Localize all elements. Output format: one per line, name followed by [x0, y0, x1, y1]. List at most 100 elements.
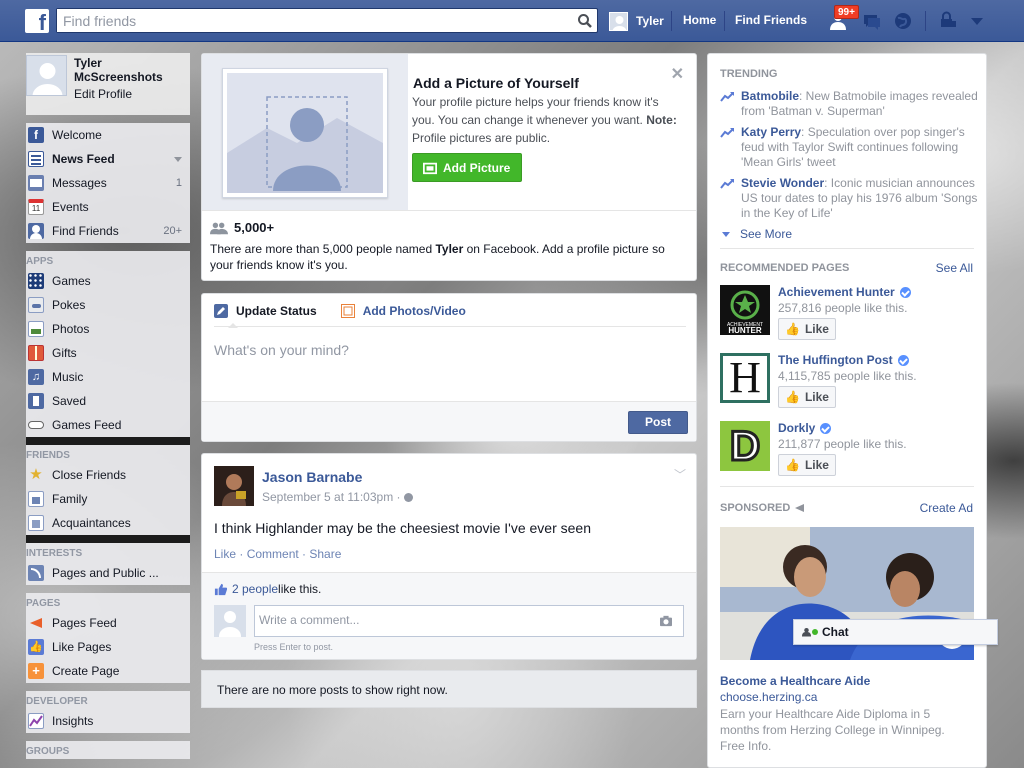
- nav-divider: [26, 585, 190, 593]
- add-picture-button[interactable]: Add Picture: [412, 153, 522, 182]
- nav-home-link[interactable]: Home: [683, 13, 716, 27]
- sidebar-item-acquaintances[interactable]: Acquaintances: [26, 511, 190, 535]
- profile-avatar[interactable]: [26, 55, 67, 96]
- add-picture-title: Add a Picture of Yourself: [413, 75, 579, 91]
- sidebar-item-games[interactable]: Games: [26, 269, 190, 293]
- messages-icon[interactable]: [861, 10, 883, 32]
- post-author-name[interactable]: Jason Barnabe: [262, 469, 362, 485]
- comment-input[interactable]: [255, 606, 645, 634]
- groups-header[interactable]: GROUPS: [26, 741, 190, 759]
- recommended-page: D Dorkly 211,877 people like this. 👍 Like: [720, 421, 980, 479]
- profile-name[interactable]: Tyler McScreenshots: [74, 56, 186, 84]
- post-button[interactable]: Post: [628, 411, 688, 434]
- chevron-down-icon[interactable]: [174, 156, 182, 162]
- close-icon[interactable]: ✕: [671, 64, 684, 84]
- likers-link[interactable]: 2 people: [232, 582, 278, 596]
- post-timestamp[interactable]: September 5 at 11:03pm ·: [262, 490, 413, 504]
- achievement-hunter-logo[interactable]: ACHIEVEMENT HUNTER: [720, 285, 770, 335]
- page-name[interactable]: The Huffington Post: [778, 353, 909, 367]
- thumbs-up-icon: 👍: [785, 322, 800, 336]
- page-name[interactable]: Achievement Hunter: [778, 285, 911, 299]
- add-picture-illustration: [202, 54, 408, 210]
- huffington-post-logo[interactable]: H: [720, 353, 770, 403]
- ad-url[interactable]: choose.herzing.ca: [720, 690, 817, 704]
- sidebar-item-music[interactable]: ♫ Music: [26, 365, 190, 389]
- sidebar-item-gifts[interactable]: Gifts: [26, 341, 190, 365]
- sidebar-item-pages-and-public[interactable]: Pages and Public ...: [26, 561, 190, 585]
- tab-update-status[interactable]: Update Status: [214, 304, 317, 318]
- developer-header[interactable]: DEVELOPER: [26, 691, 190, 709]
- share-link[interactable]: Share: [309, 547, 341, 561]
- trending-item[interactable]: Katy Perry: Speculation over pop singer'…: [720, 125, 980, 170]
- see-more-link[interactable]: See More: [722, 227, 792, 241]
- sidebar-item-games-feed[interactable]: Games Feed: [26, 413, 190, 437]
- friends-header[interactable]: FRIENDS: [26, 445, 190, 463]
- gift-icon: [28, 345, 44, 361]
- like-page-button[interactable]: 👍 Like: [778, 318, 836, 340]
- verified-badge-icon: [820, 422, 832, 434]
- nav-separator: [724, 11, 725, 31]
- nav-user-name: Tyler: [636, 14, 664, 28]
- nav-profile-link[interactable]: Tyler: [609, 11, 664, 31]
- page-likes: 211,877 people like this.: [778, 437, 907, 451]
- like-page-button[interactable]: 👍 Like: [778, 454, 836, 476]
- composer-tabs: Update Status Add Photos/Video: [214, 304, 490, 318]
- sidebar-item-messages[interactable]: Messages 1: [26, 171, 190, 195]
- messages-icon: [28, 175, 44, 191]
- globe-notifications-icon[interactable]: [892, 10, 914, 32]
- interests-header[interactable]: INTERESTS: [26, 543, 190, 561]
- page-name[interactable]: Dorkly: [778, 421, 832, 435]
- megaphone-icon: [795, 504, 805, 512]
- public-globe-icon: [403, 493, 413, 503]
- apps-header[interactable]: APPS: [26, 251, 190, 269]
- post-author-avatar[interactable]: [214, 466, 254, 506]
- like-page-button[interactable]: 👍 Like: [778, 386, 836, 408]
- status-input[interactable]: What's on your mind?: [214, 342, 349, 358]
- like-link[interactable]: Like: [214, 547, 236, 561]
- thumbs-up-icon: 👍: [785, 458, 800, 472]
- sidebar-item-create-page[interactable]: + Create Page: [26, 659, 190, 683]
- search-input[interactable]: [57, 9, 567, 32]
- trending-header: TRENDING: [720, 68, 778, 80]
- sidebar-item-close-friends[interactable]: ★ Close Friends: [26, 463, 190, 487]
- see-all-link[interactable]: See All: [936, 261, 973, 275]
- facebook-logo[interactable]: f: [25, 9, 49, 33]
- nav-divider: [26, 683, 190, 691]
- edit-profile-link[interactable]: Edit Profile: [74, 87, 132, 101]
- sidebar-item-family[interactable]: Family: [26, 487, 190, 511]
- trending-item[interactable]: Batmobile: New Batmobile images revealed…: [720, 89, 980, 119]
- sidebar-item-pokes[interactable]: Pokes: [26, 293, 190, 317]
- create-ad-link[interactable]: Create Ad: [920, 501, 973, 515]
- sidebar-item-photos[interactable]: Photos: [26, 317, 190, 341]
- dorkly-logo[interactable]: D: [720, 421, 770, 471]
- sidebar-item-insights[interactable]: Insights: [26, 709, 190, 733]
- settings-dropdown-icon[interactable]: [966, 10, 988, 32]
- sidebar-item-welcome[interactable]: f Welcome: [26, 123, 190, 147]
- pages-header[interactable]: PAGES: [26, 593, 190, 611]
- sidebar-item-saved[interactable]: Saved: [26, 389, 190, 413]
- post-options-chevron-icon[interactable]: ﹀: [674, 466, 686, 483]
- tab-add-photos-video[interactable]: Add Photos/Video: [340, 304, 466, 318]
- sidebar-item-events[interactable]: 11 Events: [26, 195, 190, 219]
- comment-link[interactable]: Comment: [247, 547, 299, 561]
- sidebar-item-like-pages[interactable]: 👍 Like Pages: [26, 635, 190, 659]
- sidebar-item-news-feed[interactable]: News Feed: [26, 147, 190, 171]
- search-box[interactable]: [56, 8, 598, 33]
- trending-item[interactable]: Stevie Wonder: Iconic musician announces…: [720, 176, 980, 221]
- ad-title[interactable]: Become a Healthcare Aide: [720, 674, 870, 688]
- search-icon[interactable]: [577, 13, 593, 29]
- comment-box[interactable]: [254, 605, 684, 637]
- privacy-lock-icon[interactable]: [938, 10, 960, 32]
- trending-arrow-icon: [720, 128, 734, 138]
- chat-tab[interactable]: Chat: [793, 619, 998, 645]
- nav-find-friends-link[interactable]: Find Friends: [735, 13, 807, 27]
- camera-icon[interactable]: [659, 615, 673, 627]
- ad-text: Earn your Healthcare Aide Diploma in 5 m…: [720, 707, 945, 753]
- nav-separator: [925, 11, 926, 31]
- page-likes: 257,816 people like this.: [778, 301, 908, 315]
- sidebar-item-find-friends[interactable]: Find Friends 20+: [26, 219, 190, 243]
- sponsored-header: SPONSORED: [720, 502, 805, 514]
- sidebar-item-pages-feed[interactable]: Pages Feed: [26, 611, 190, 635]
- news-feed-icon: [28, 151, 44, 167]
- page-likes: 4,115,785 people like this.: [778, 369, 917, 383]
